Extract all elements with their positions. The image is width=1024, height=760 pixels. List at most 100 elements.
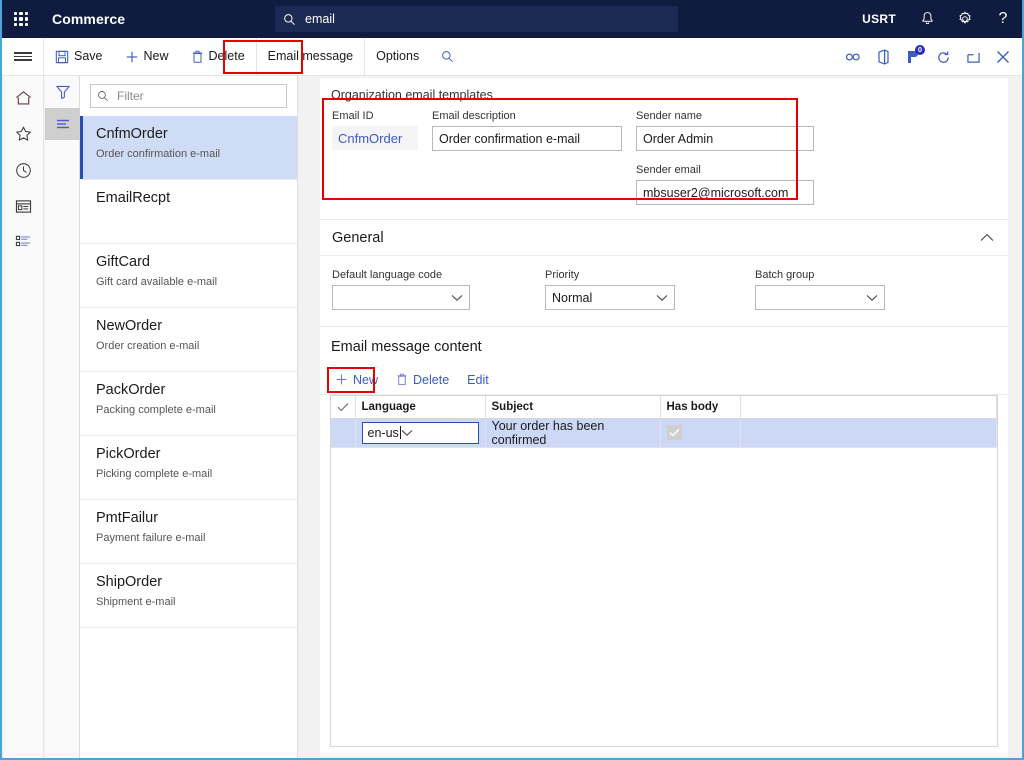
sender-email-input[interactable] <box>636 180 814 205</box>
open-in-new-window-icon[interactable] <box>958 38 988 76</box>
list-item[interactable]: CnfmOrder Order confirmation e-mail <box>80 116 297 180</box>
list-view-icon[interactable] <box>45 108 80 140</box>
list-item[interactable]: GiftCard Gift card available e-mail <box>80 244 297 308</box>
tab-email-message-label: Email message <box>268 50 353 63</box>
priority-select[interactable]: Normal <box>545 285 675 310</box>
list-item[interactable]: EmailRecpt <box>80 180 297 244</box>
content-section-title: Email message content <box>320 327 1008 365</box>
list-item[interactable]: PmtFailur Payment failure e-mail <box>80 500 297 564</box>
close-x-icon[interactable] <box>988 38 1018 76</box>
chevron-down-icon[interactable] <box>401 429 413 437</box>
select-all-checkbox-header[interactable] <box>331 396 355 418</box>
app-brand-name[interactable]: Commerce <box>52 11 125 27</box>
cell-language[interactable]: en-us <box>355 418 485 447</box>
recent-clock-icon[interactable] <box>9 158 39 182</box>
save-button-label: Save <box>74 50 103 63</box>
list-item-subtitle: Picking complete e-mail <box>96 468 285 480</box>
priority-field-group: Priority Normal <box>545 269 675 310</box>
bell-icon[interactable] <box>908 0 946 38</box>
batch-group-select[interactable] <box>755 285 885 310</box>
company-selector[interactable]: USRT <box>850 0 908 38</box>
grid-new-button[interactable]: New <box>328 370 385 390</box>
cell-has-body[interactable] <box>660 418 740 447</box>
main-content-area: Organization email templates Email ID Cn… <box>299 76 1020 756</box>
general-section-header[interactable]: General <box>320 220 1008 256</box>
refresh-icon[interactable] <box>928 38 958 76</box>
chevron-down-icon <box>451 294 463 302</box>
cell-filler <box>740 418 997 447</box>
modules-list-icon[interactable] <box>9 230 39 254</box>
question-mark-icon[interactable]: ? <box>984 0 1022 38</box>
batch-group-label: Batch group <box>755 269 885 281</box>
plus-icon <box>335 373 348 386</box>
list-item[interactable]: PackOrder Packing complete e-mail <box>80 372 297 436</box>
column-header-subject[interactable]: Subject <box>485 396 660 418</box>
has-body-checkbox[interactable] <box>667 425 682 440</box>
template-list-pane: CnfmOrder Order confirmation e-mail Emai… <box>80 76 298 758</box>
chevron-up-icon[interactable] <box>980 233 994 242</box>
row-select-checkbox[interactable] <box>331 418 355 447</box>
office-app-icon[interactable] <box>868 38 898 76</box>
gear-icon[interactable] <box>946 0 984 38</box>
grid-table: Language Subject Has body <box>331 396 997 448</box>
cell-subject[interactable]: Your order has been confirmed <box>485 418 660 447</box>
funnel-filter-icon[interactable] <box>45 76 80 108</box>
sender-name-label: Sender name <box>636 110 814 122</box>
list-item-subtitle: Packing complete e-mail <box>96 404 285 416</box>
grid-edit-button[interactable]: Edit <box>460 370 496 390</box>
list-item-subtitle: Payment failure e-mail <box>96 532 285 544</box>
email-description-label: Email description <box>432 110 622 122</box>
list-item-title: GiftCard <box>96 254 285 271</box>
new-button[interactable]: New <box>114 38 180 75</box>
save-button[interactable]: Save <box>44 38 114 75</box>
list-item[interactable]: NewOrder Order creation e-mail <box>80 308 297 372</box>
hamburger-menu-icon[interactable] <box>2 38 44 75</box>
workspaces-icon[interactable] <box>9 194 39 218</box>
favorites-star-icon[interactable] <box>9 122 39 146</box>
default-language-select[interactable] <box>332 285 470 310</box>
annotation-icon[interactable]: 0 <box>898 38 928 76</box>
language-lookup-editor[interactable]: en-us <box>362 422 479 444</box>
form-card: Organization email templates Email ID Cn… <box>320 78 1008 756</box>
plus-icon <box>125 50 139 64</box>
general-section: General Default language code <box>320 219 1008 326</box>
priority-value: Normal <box>552 291 592 305</box>
top-navigation-bar: Commerce USRT ? <box>2 0 1022 38</box>
chevron-down-icon <box>866 294 878 302</box>
tab-options[interactable]: Options <box>365 38 430 75</box>
grid-delete-button[interactable]: Delete <box>389 370 456 390</box>
email-description-input[interactable] <box>432 126 622 151</box>
default-language-field-group: Default language code <box>332 269 470 310</box>
column-header-has-body[interactable]: Has body <box>660 396 740 418</box>
delete-button[interactable]: Delete <box>180 38 257 75</box>
table-row[interactable]: en-us Your order has been confirmed <box>331 418 997 447</box>
global-search-input[interactable] <box>303 11 670 27</box>
tab-email-message[interactable]: Email message <box>257 38 365 75</box>
command-search-icon[interactable] <box>430 38 465 75</box>
sender-fields-group: Sender name Sender email <box>636 110 814 205</box>
grid-edit-label: Edit <box>467 373 489 387</box>
list-item-title: NewOrder <box>96 318 285 335</box>
language-value: en-us <box>368 426 399 440</box>
list-item-title: CnfmOrder <box>96 126 285 143</box>
sender-name-input[interactable] <box>636 126 814 151</box>
waffle-grid-icon[interactable] <box>2 0 40 38</box>
email-id-field-group: Email ID CnfmOrder <box>332 110 418 205</box>
list-item-title: EmailRecpt <box>96 190 285 207</box>
search-icon <box>97 90 109 102</box>
list-item-title: PickOrder <box>96 446 285 463</box>
list-filter-input[interactable] <box>115 88 280 104</box>
home-icon[interactable] <box>9 86 39 110</box>
link-icon[interactable] <box>838 38 868 76</box>
grid-new-label: New <box>353 373 378 387</box>
global-search-box[interactable] <box>275 6 678 32</box>
list-item[interactable]: ShipOrder Shipment e-mail <box>80 564 297 628</box>
list-item[interactable]: PickOrder Picking complete e-mail <box>80 436 297 500</box>
trash-icon <box>396 373 408 386</box>
batch-group-field-group: Batch group <box>755 269 885 310</box>
email-content-grid: Language Subject Has body <box>330 395 998 747</box>
email-id-value[interactable]: CnfmOrder <box>332 126 418 150</box>
new-button-label: New <box>144 50 169 63</box>
list-filter-box[interactable] <box>90 84 287 108</box>
column-header-language[interactable]: Language <box>355 396 485 418</box>
